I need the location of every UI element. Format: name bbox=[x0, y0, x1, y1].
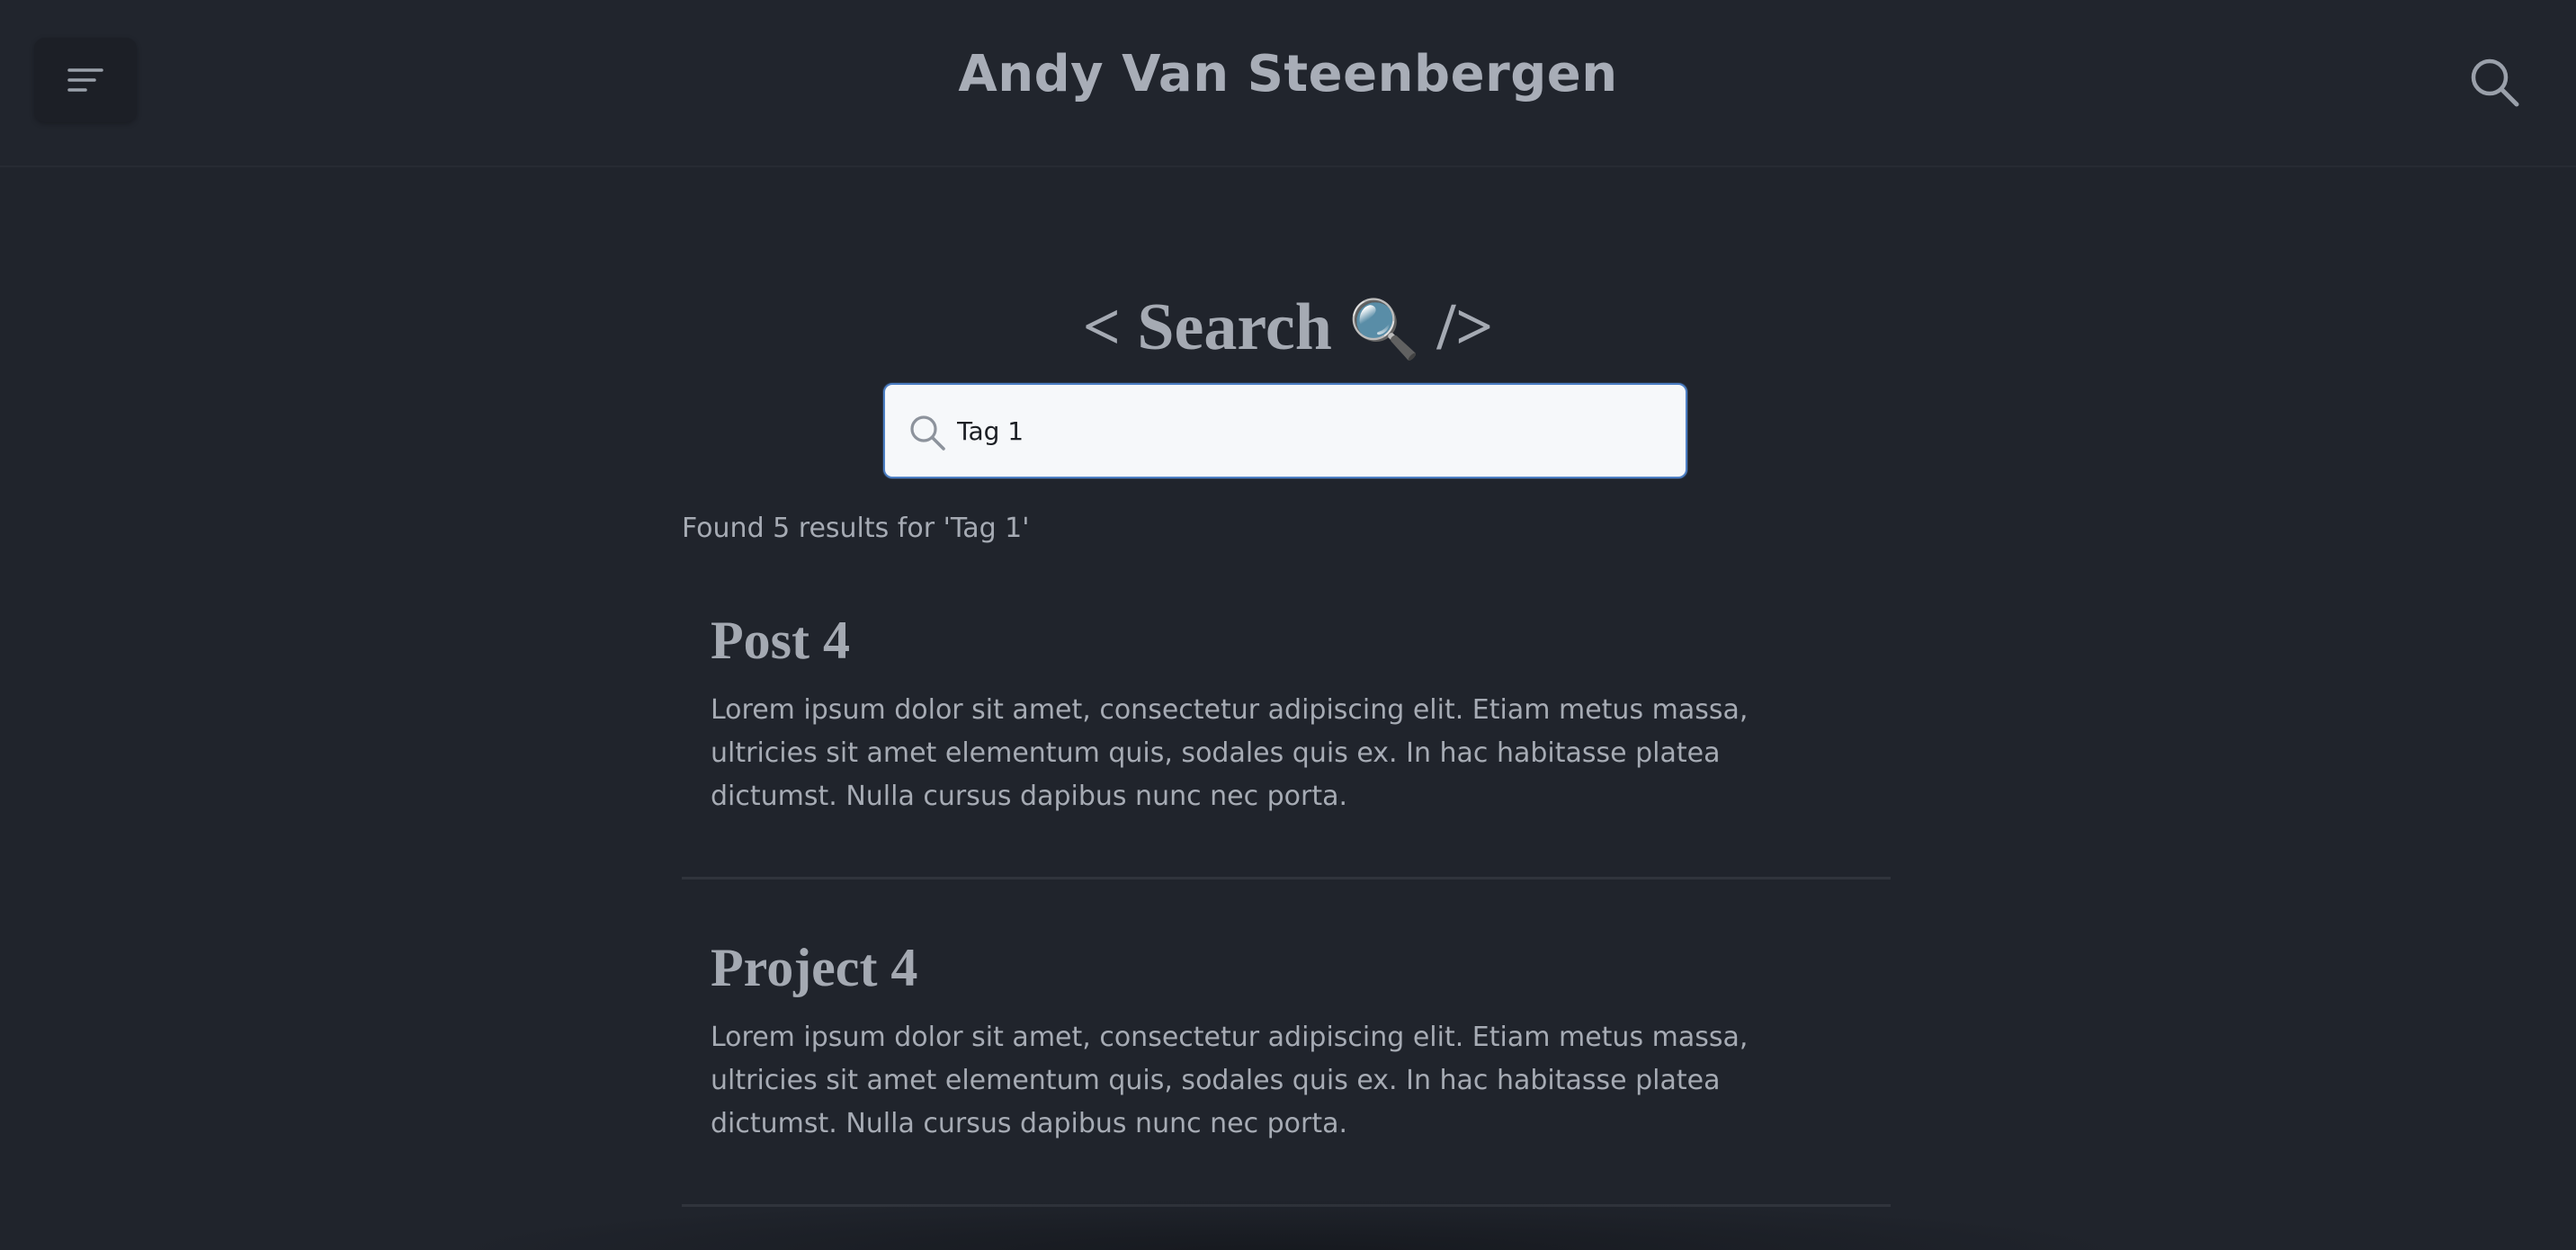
header-search-button[interactable] bbox=[2464, 52, 2524, 112]
page-title-close: /> bbox=[1436, 290, 1494, 364]
search-icon bbox=[2471, 58, 2519, 107]
result-excerpt: Lorem ipsum dolor sit amet, consectetur … bbox=[711, 694, 1749, 812]
search-input[interactable] bbox=[957, 403, 1659, 459]
page: Andy Van Steenbergen < Search 🔍 /> Found… bbox=[0, 0, 2576, 1250]
search-result: Project 4 Lorem ipsum dolor sit amet, co… bbox=[682, 903, 1891, 1207]
site-header: Andy Van Steenbergen bbox=[0, 0, 2576, 167]
page-title: < Search 🔍 /> bbox=[0, 290, 2576, 366]
result-title[interactable]: Post 4 bbox=[711, 610, 850, 672]
results-count: Found 5 results for 'Tag 1' bbox=[682, 513, 1030, 544]
search-field[interactable] bbox=[883, 383, 1687, 478]
site-title[interactable]: Andy Van Steenbergen bbox=[0, 45, 2576, 103]
bottom-shadow bbox=[423, 1198, 2153, 1250]
page-title-open: < Search bbox=[1082, 290, 1332, 364]
search-result: Post 4 Lorem ipsum dolor sit amet, conse… bbox=[682, 576, 1891, 879]
result-title[interactable]: Project 4 bbox=[711, 937, 917, 999]
search-field-icon bbox=[910, 415, 945, 451]
magnifying-glass-icon: 🔍 bbox=[1348, 296, 1421, 363]
result-excerpt: Lorem ipsum dolor sit amet, consectetur … bbox=[711, 1022, 1749, 1139]
